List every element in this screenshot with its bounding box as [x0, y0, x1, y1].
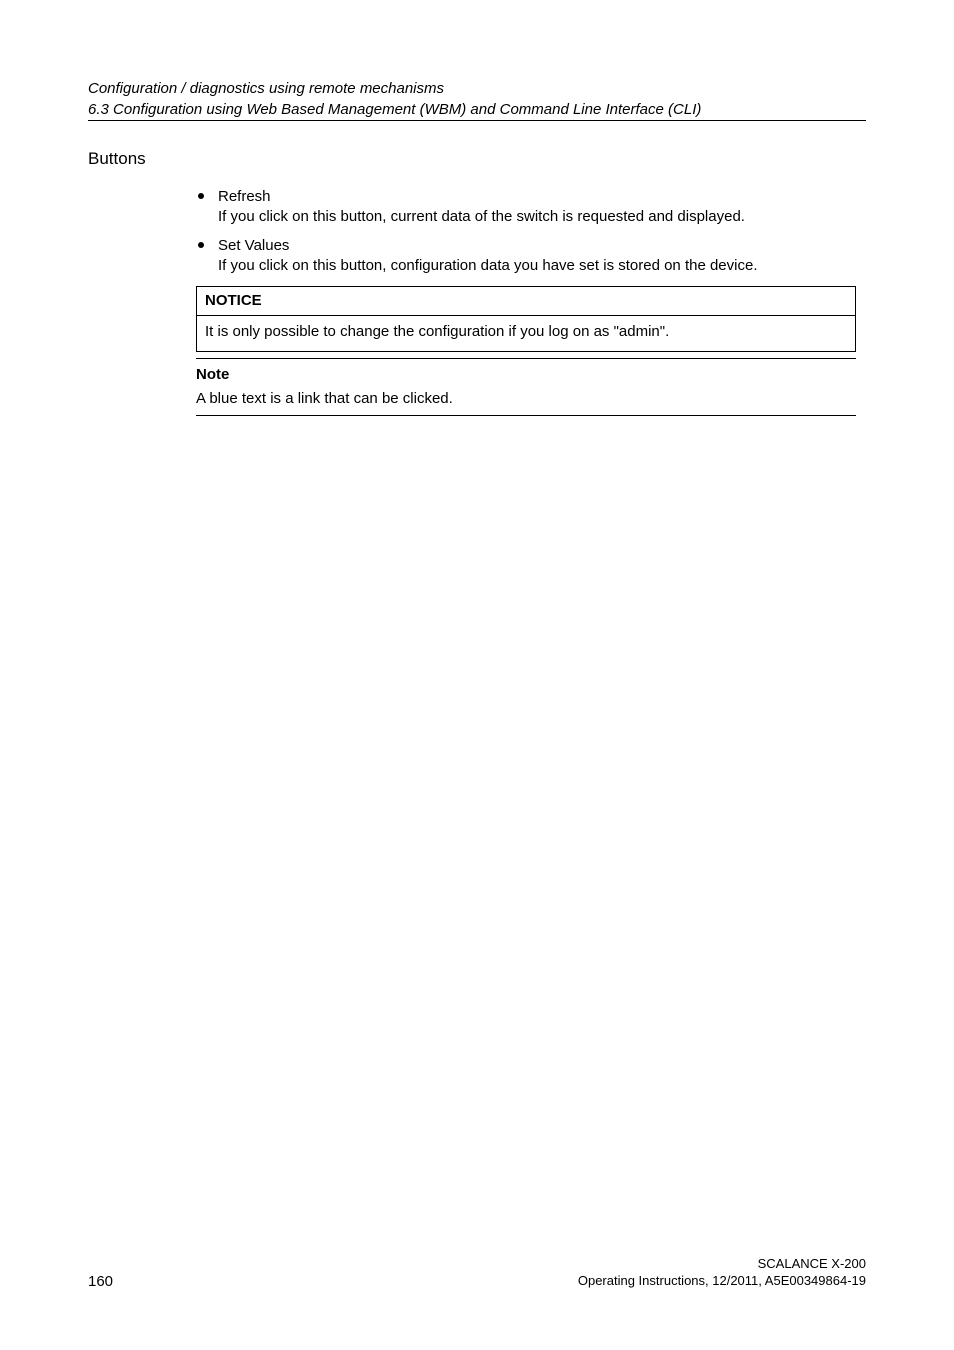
page-footer: 160 SCALANCE X-200 Operating Instruction…	[88, 1255, 866, 1290]
page-number: 160	[88, 1273, 113, 1290]
section-heading-buttons: Buttons	[88, 149, 866, 169]
list-item: Set Values If you click on this button, …	[196, 236, 856, 277]
note-block: Note A blue text is a link that can be c…	[196, 358, 856, 417]
footer-product: SCALANCE X-200	[578, 1255, 866, 1273]
section-content: Refresh If you click on this button, cur…	[196, 187, 856, 416]
document-page: Configuration / diagnostics using remote…	[0, 0, 954, 1350]
header-rule	[88, 120, 866, 121]
bullet-list: Refresh If you click on this button, cur…	[196, 187, 856, 276]
bullet-label-setvalues: Set Values	[218, 236, 856, 256]
running-header-title: Configuration / diagnostics using remote…	[88, 80, 866, 97]
bullet-desc-refresh: If you click on this button, current dat…	[218, 207, 856, 227]
note-text: A blue text is a link that can be clicke…	[196, 387, 856, 409]
bullet-label-refresh: Refresh	[218, 187, 856, 207]
bullet-desc-setvalues: If you click on this button, configurati…	[218, 256, 856, 276]
notice-box: NOTICE It is only possible to change the…	[196, 286, 856, 352]
footer-right: SCALANCE X-200 Operating Instructions, 1…	[578, 1255, 866, 1290]
notice-body: It is only possible to change the config…	[197, 316, 855, 350]
notice-heading: NOTICE	[197, 287, 855, 316]
running-header-subtitle: 6.3 Configuration using Web Based Manage…	[88, 101, 866, 118]
list-item: Refresh If you click on this button, cur…	[196, 187, 856, 228]
note-label: Note	[196, 363, 856, 387]
footer-docinfo: Operating Instructions, 12/2011, A5E0034…	[578, 1272, 866, 1290]
